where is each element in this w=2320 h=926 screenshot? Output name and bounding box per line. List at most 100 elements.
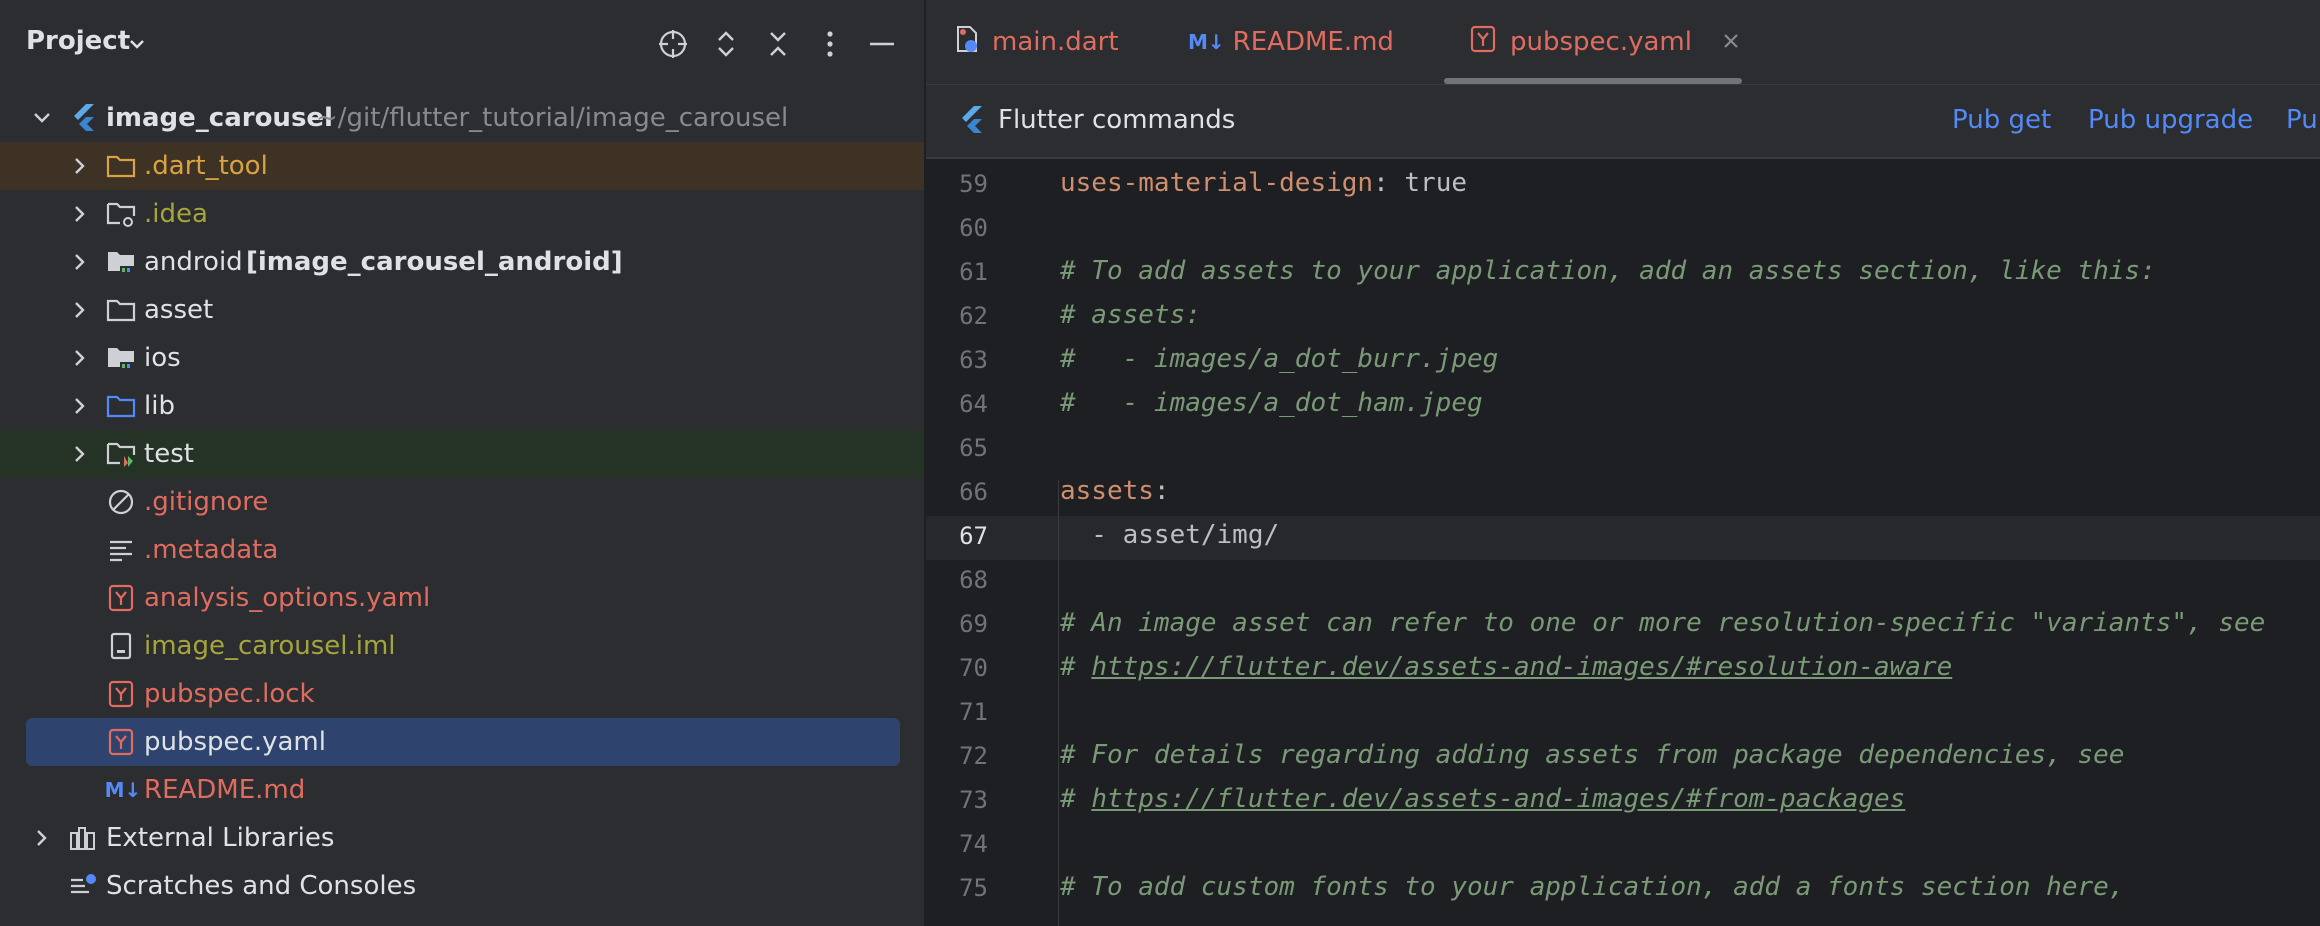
- tree-item-label: analysis_options.yaml: [144, 583, 431, 613]
- line-number: 70: [959, 654, 988, 682]
- tab-label: README.md: [1232, 27, 1394, 57]
- tree-item-analysis-options[interactable]: analysis_options.yaml: [0, 574, 924, 622]
- line-number: 73: [959, 786, 988, 814]
- tree-item-external-libraries[interactable]: External Libraries: [0, 814, 924, 862]
- chevron-right-icon[interactable]: [70, 300, 90, 320]
- code-comment: # To add assets to your application, add…: [1060, 256, 2156, 286]
- chevron-down-icon[interactable]: [128, 36, 146, 55]
- tab-readme[interactable]: M↓ README.md: [1188, 0, 1394, 84]
- tree-item-label: README.md: [144, 775, 306, 805]
- library-icon: [68, 823, 98, 853]
- tree-item-idea[interactable]: .idea: [0, 190, 924, 238]
- minimize-icon[interactable]: [864, 26, 900, 62]
- module-folder-icon: [106, 343, 136, 373]
- tree-item-asset[interactable]: asset: [0, 286, 924, 334]
- project-panel: Project image_carousel ~/git/flutter_tut…: [0, 0, 926, 926]
- chevron-right-icon[interactable]: [70, 348, 90, 368]
- tree-root-item[interactable]: image_carousel ~/git/flutter_tutorial/im…: [0, 94, 924, 142]
- tree-item-label: .gitignore: [144, 487, 269, 517]
- chevron-right-icon[interactable]: [70, 204, 90, 224]
- yaml-file-icon: [106, 727, 136, 757]
- pub-get-link[interactable]: Pub get: [1952, 105, 2051, 135]
- code-line: # https://flutter.dev/assets-and-images/…: [1060, 652, 1952, 682]
- tab-pubspec-yaml[interactable]: pubspec.yaml: [1470, 0, 1740, 84]
- line-number: 69: [959, 610, 988, 638]
- pub-upgrade-link[interactable]: Pub upgrade: [2088, 105, 2253, 135]
- yaml-value: : true: [1373, 168, 1467, 198]
- locate-icon[interactable]: [655, 26, 691, 62]
- code-line: uses-material-design: true: [1060, 168, 1467, 198]
- tree-item-label: pubspec.lock: [144, 679, 315, 709]
- code-link[interactable]: https://flutter.dev/assets-and-images/#f…: [1091, 784, 1905, 814]
- flutter-icon: [960, 105, 986, 139]
- markdown-file-icon: M↓: [1188, 30, 1225, 54]
- line-number: 59: [959, 170, 988, 198]
- flutter-commands-bar: Flutter commands Pub get Pub upgrade Pu: [926, 84, 2320, 159]
- line-number: 66: [959, 478, 988, 506]
- close-icon[interactable]: [1722, 27, 1740, 57]
- tree-item-pubspec-yaml[interactable]: pubspec.yaml: [0, 718, 924, 766]
- line-number: 65: [959, 434, 988, 462]
- code-comment: # To add custom fonts to your applicatio…: [1060, 872, 2125, 902]
- chevron-right-icon[interactable]: [70, 396, 90, 416]
- code-link[interactable]: https://flutter.dev/assets-and-images/#r…: [1091, 652, 1952, 682]
- tree-item-label: image_carousel.iml: [144, 631, 396, 661]
- folder-icon: [106, 295, 136, 325]
- tree-item-ios[interactable]: ios: [0, 334, 924, 382]
- tab-label: pubspec.yaml: [1510, 27, 1692, 57]
- scratches-icon: [68, 871, 98, 901]
- code-line: # https://flutter.dev/assets-and-images/…: [1060, 784, 1905, 814]
- line-number: 75: [959, 874, 988, 902]
- chevron-down-icon[interactable]: [32, 108, 52, 128]
- tree-item-metadata[interactable]: .metadata: [0, 526, 924, 574]
- tab-main-dart[interactable]: main.dart: [954, 0, 1119, 84]
- tree-root-path: ~/git/flutter_tutorial/image_carousel: [316, 103, 789, 133]
- tree-item-lib[interactable]: lib: [0, 382, 924, 430]
- tree-item-iml[interactable]: image_carousel.iml: [0, 622, 924, 670]
- tree-item-label: pubspec.yaml: [144, 727, 326, 757]
- tree-item-pubspec-lock[interactable]: pubspec.lock: [0, 670, 924, 718]
- yaml-file-icon: [106, 679, 136, 709]
- flutter-commands-title: Flutter commands: [998, 105, 1236, 135]
- text-file-icon: [106, 535, 136, 565]
- chevron-right-icon[interactable]: [32, 828, 52, 848]
- project-panel-title[interactable]: Project: [26, 26, 130, 56]
- yaml-file-icon: [106, 583, 136, 613]
- editor-area: main.dart M↓ README.md pubspec.yaml Flut…: [926, 0, 2320, 926]
- indent-guide: [1058, 480, 1059, 926]
- code-comment: # - images/a_dot_ham.jpeg: [1060, 388, 1483, 418]
- tree-item-android[interactable]: android [image_carousel_android]: [0, 238, 924, 286]
- code-comment: # An image asset can refer to one or mor…: [1060, 608, 2266, 638]
- code-comment: # - images/a_dot_burr.jpeg: [1060, 344, 1499, 374]
- line-number: 71: [959, 698, 988, 726]
- line-number: 61: [959, 258, 988, 286]
- line-number: 63: [959, 346, 988, 374]
- tree-item-test[interactable]: test: [0, 430, 924, 478]
- tree-item-gitignore[interactable]: .gitignore: [0, 478, 924, 526]
- chevron-right-icon[interactable]: [70, 444, 90, 464]
- more-options-icon[interactable]: [812, 26, 848, 62]
- tree-item-readme[interactable]: M↓ README.md: [0, 766, 924, 814]
- pub-outdated-link[interactable]: Pu: [2286, 105, 2318, 135]
- source-folder-icon: [106, 391, 136, 421]
- folder-icon: [106, 151, 136, 181]
- tree-item-dart-tool[interactable]: .dart_tool: [0, 142, 924, 190]
- expand-all-icon[interactable]: [708, 26, 744, 62]
- current-line-number: 67: [959, 522, 988, 550]
- collapse-all-icon[interactable]: [760, 26, 796, 62]
- chevron-right-icon[interactable]: [70, 156, 90, 176]
- line-number: 60: [959, 214, 988, 242]
- line-number: 62: [959, 302, 988, 330]
- project-panel-header: Project: [0, 0, 924, 90]
- tree-item-label: Scratches and Consoles: [106, 871, 417, 901]
- tree-item-label: asset: [144, 295, 214, 325]
- editor-tabs: main.dart M↓ README.md pubspec.yaml: [926, 0, 2320, 84]
- line-number-gutter: 59 60 61 62 63 64 65 66 67 68 69 70 71 7…: [926, 158, 1022, 926]
- tree-item-label: .idea: [144, 199, 208, 229]
- chevron-right-icon[interactable]: [70, 252, 90, 272]
- code-line-current: - asset/img/: [1060, 520, 1280, 550]
- ide-window: Project image_carousel ~/git/flutter_tut…: [0, 0, 2320, 926]
- tree-item-scratches[interactable]: Scratches and Consoles: [0, 862, 924, 910]
- code-comment: # assets:: [1060, 300, 1201, 330]
- code-comment: # For details regarding adding assets fr…: [1060, 740, 2125, 770]
